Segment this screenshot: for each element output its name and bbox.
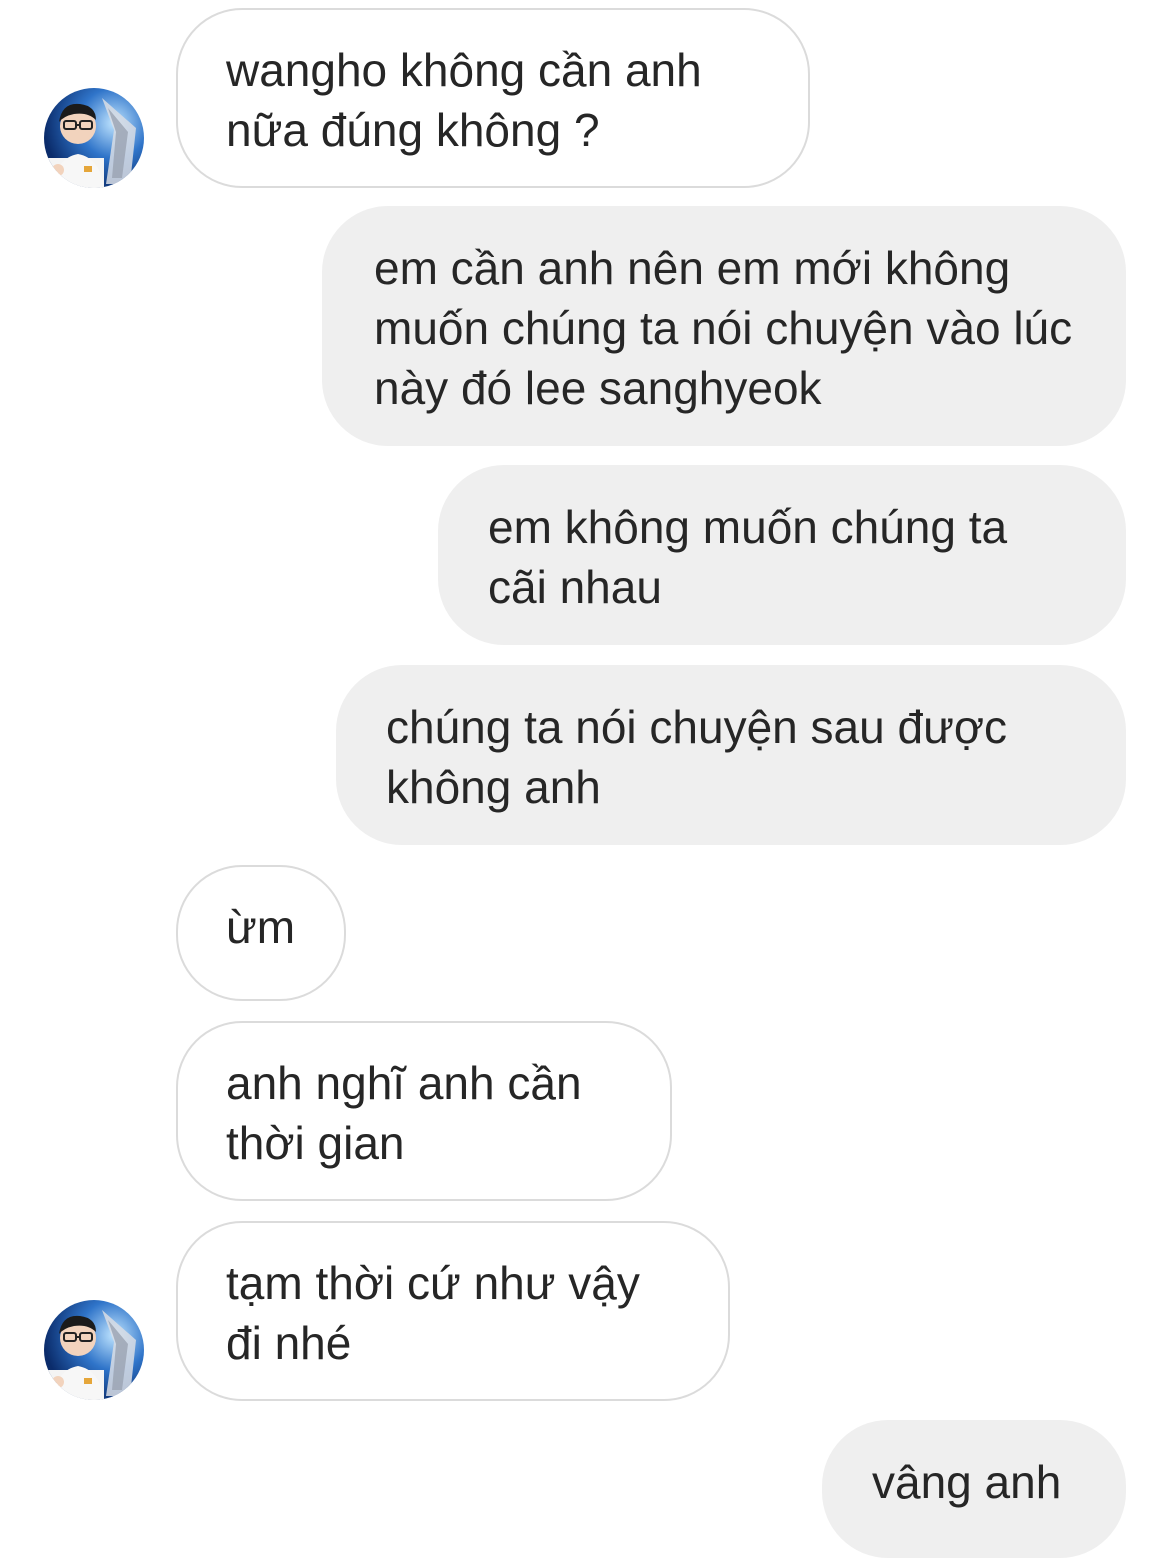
message-text: vâng anh xyxy=(872,1456,1062,1508)
message-bubble-sent[interactable]: vâng anh xyxy=(822,1420,1126,1558)
message-text: anh nghĩ anh cần thời gian xyxy=(226,1057,582,1169)
message-bubble-received[interactable]: wangho không cần anh nữa đúng không ? xyxy=(176,8,810,188)
message-bubble-sent[interactable]: chúng ta nói chuyện sau được không anh xyxy=(336,665,1126,845)
message-text: em không muốn chúng ta cãi nhau xyxy=(488,501,1008,613)
message-text: tạm thời cứ như vậy đi nhé xyxy=(226,1257,640,1369)
message-text: em cần anh nên em mới không muốn chúng t… xyxy=(374,242,1073,414)
contact-avatar[interactable] xyxy=(44,88,144,188)
message-text: ừm xyxy=(226,901,296,953)
contact-avatar[interactable] xyxy=(44,1300,144,1400)
avatar-photo-icon xyxy=(44,1300,144,1400)
message-bubble-received[interactable]: tạm thời cứ như vậy đi nhé xyxy=(176,1221,730,1401)
message-text: chúng ta nói chuyện sau được không anh xyxy=(386,701,1008,813)
message-bubble-received[interactable]: anh nghĩ anh cần thời gian xyxy=(176,1021,672,1201)
message-bubble-sent[interactable]: em không muốn chúng ta cãi nhau xyxy=(438,465,1126,645)
avatar-photo-icon xyxy=(44,88,144,188)
message-bubble-sent[interactable]: em cần anh nên em mới không muốn chúng t… xyxy=(322,206,1126,446)
message-bubble-received[interactable]: ừm xyxy=(176,865,346,1001)
message-text: wangho không cần anh nữa đúng không ? xyxy=(226,44,702,156)
